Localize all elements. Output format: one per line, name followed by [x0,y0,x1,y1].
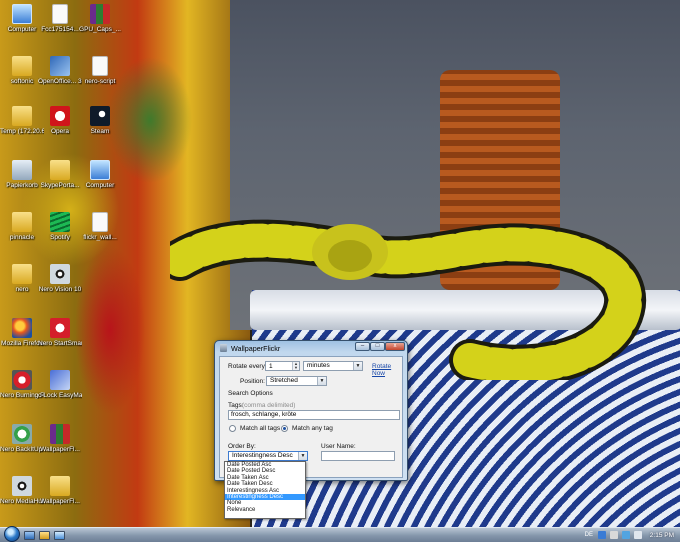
explorer-icon[interactable] [39,530,50,540]
rotate-every-label: Rotate every: [228,363,267,370]
ie-icon[interactable] [54,530,65,540]
spotify-icon [50,212,70,232]
desktop-icon-file[interactable]: Fcc175154... [38,4,82,33]
archive-icon [50,424,70,444]
wallpaperflickr-window: WallpaperFlickr – □ x Rotate every: 1 ▲ ▼… [214,340,408,481]
desktop-icon-computer-2[interactable]: Computer [78,160,122,189]
username-label: User Name: [321,443,356,450]
volume-icon[interactable] [633,531,642,539]
folder-icon [50,160,70,180]
position-select[interactable]: Stretched ▼ [266,376,327,386]
archive-icon [90,4,110,24]
show-desktop-icon[interactable] [24,530,35,540]
file-icon [92,212,108,232]
username-input[interactable] [321,451,395,461]
desktop-icon-opera[interactable]: Opera [38,106,82,135]
desktop-icon-flickr-wallpaper[interactable]: flickr_wall... [78,212,122,241]
tray-app-icon[interactable] [609,531,618,539]
language-indicator[interactable]: DE [584,531,594,539]
nero-startsmart-icon [50,318,70,338]
app-icon [220,344,227,352]
folder-icon [12,106,32,126]
match-any-radio[interactable] [281,425,288,432]
close-button[interactable]: x [385,342,405,351]
rotate-unit-value: minutes [307,362,330,369]
position-value: Stretched [270,377,298,384]
start-button[interactable] [4,525,20,542]
desktop-icon-gpu-caps[interactable]: GPU_Caps_... [78,4,122,33]
desktop-icon-openoffice[interactable]: OpenOffice... 3.2 [38,56,82,85]
search-options-label: Search Options [228,390,273,397]
desktop-icon-nero-vision[interactable]: Nero Vision 10 [38,264,82,293]
tags-input[interactable]: frosch, schlange, kröte [228,410,400,420]
order-option[interactable]: Relevance [225,507,305,513]
order-by-value: Interestingness Desc [232,452,293,459]
steam-icon [90,106,110,126]
match-all-radio[interactable] [229,425,236,432]
position-label: Position: [240,378,265,385]
computer-icon [90,160,110,180]
match-all-label: Match all tags [240,425,281,432]
taskbar: DE 2:15 PM [0,525,680,542]
maximize-button[interactable]: □ [370,342,385,351]
rotate-interval-spinner[interactable]: 1 ▲ ▼ [265,361,300,371]
folder-icon [12,264,32,284]
window-title: WallpaperFlickr [231,343,281,353]
rotate-interval-value: 1 [269,363,273,370]
nero-mediahub-icon [12,476,32,496]
nero-burning-icon [12,370,32,390]
desktop-icon-wallpaperflickr-folder[interactable]: WallpaperFl... [38,476,82,505]
nero-vision-icon [50,264,70,284]
desktop-icon-easymail[interactable]: c-Lock EasyMail 6 [38,370,82,399]
window-client-area: Rotate every: 1 ▲ ▼ minutes ▼ Rotate Now … [219,356,403,478]
computer-icon [12,4,32,24]
chevron-down-icon: ▼ [353,362,362,370]
desktop-icon-nero-startsmart[interactable]: Nero StartSmart 10 [38,318,82,347]
desktop-icon-spotify[interactable]: Spotify [38,212,82,241]
desktop-icon-skypeportable[interactable]: SkypePorta... [38,160,82,189]
nero-backitup-icon [12,424,32,444]
network-icon[interactable] [621,531,630,539]
minimize-button[interactable]: – [355,342,370,351]
order-by-label: Order By: [228,443,256,450]
rotate-now-link[interactable]: Rotate Now [372,363,402,377]
match-any-label: Match any tag [292,425,333,432]
rotate-unit-select[interactable]: minutes ▼ [303,361,363,371]
desktop-icon-wallpaperflickr-archive[interactable]: WallpaperFl... [38,424,82,453]
file-icon [52,4,68,24]
folder-icon [12,56,32,76]
desktop-icon-steam[interactable]: Steam [78,106,122,135]
tags-hint: (comma delimited) [242,402,296,409]
firefox-icon [12,318,32,338]
order-by-select[interactable]: Interestingness Desc ▼ [228,451,308,461]
chevron-down-icon: ▼ [317,377,326,385]
folder-icon [50,476,70,496]
folder-icon [12,212,32,232]
tray-app-icon[interactable] [597,531,606,539]
easymail-icon [50,370,70,390]
taskbar-clock[interactable]: 2:15 PM [650,532,674,539]
spinner-arrows-icon[interactable]: ▲ ▼ [292,362,299,370]
opera-icon [50,106,70,126]
desktop-icon-nero-script[interactable]: nero-script [78,56,122,85]
order-by-dropdown-list: Date Posted Asc Date Posted Desc Date Ta… [224,461,306,519]
file-icon [92,56,108,76]
recycle-bin-icon [12,160,32,180]
openoffice-icon [50,56,70,76]
system-tray: DE 2:15 PM [580,528,680,542]
chevron-down-icon: ▼ [298,452,307,460]
